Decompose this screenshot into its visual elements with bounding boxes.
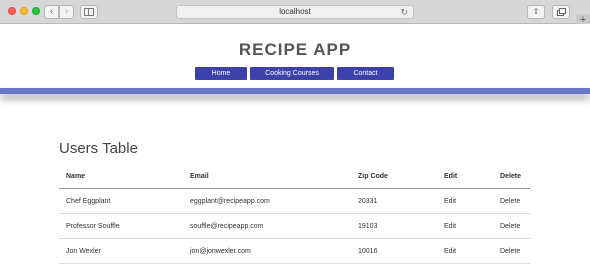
page-title: Users Table — [59, 140, 138, 157]
show-tabs-icon[interactable] — [552, 5, 570, 19]
user-zip: 19103 — [351, 213, 437, 239]
table-header-row: Name Email Zip Code Edit Delete — [59, 165, 530, 189]
app-title: RECIPE APP — [238, 40, 352, 59]
minimize-window-button[interactable] — [20, 7, 28, 15]
delete-link[interactable]: Delete — [493, 238, 530, 264]
user-email: eggplant@recipeapp.com — [183, 188, 351, 214]
browser-toolbar: ‹ › localhost ↻ ⇧ + — [0, 0, 590, 26]
table-row: Professor Souffle souffle@recipeapp.com … — [59, 213, 530, 239]
header-divider-band — [0, 88, 590, 94]
address-bar-url: localhost — [279, 7, 311, 16]
column-header-edit: Edit — [437, 165, 493, 189]
nav-home-link[interactable]: Home — [195, 67, 247, 80]
user-zip: 20331 — [351, 188, 437, 214]
address-bar[interactable]: localhost ↻ — [176, 5, 414, 19]
edit-link[interactable]: Edit — [437, 238, 493, 264]
user-email: souffle@recipeapp.com — [183, 213, 351, 239]
reload-icon[interactable]: ↻ — [400, 7, 408, 18]
close-window-button[interactable] — [8, 7, 16, 15]
column-header-email: Email — [183, 165, 351, 189]
main-nav: Home Cooking Courses Contact — [195, 67, 394, 80]
nav-contact-link[interactable]: Contact — [337, 67, 394, 80]
nav-cooking-courses-link[interactable]: Cooking Courses — [250, 67, 334, 80]
page-header: RECIPE APP Home Cooking Courses Contact — [0, 24, 590, 88]
user-name: Professor Souffle — [59, 213, 183, 239]
delete-link[interactable]: Delete — [493, 188, 530, 214]
user-name: Jon Wexler — [59, 238, 183, 264]
table-row: Chef Eggplant eggplant@recipeapp.com 203… — [59, 188, 530, 214]
table-row: Jon Wexler jon@jonwexler.com 10016 Edit … — [59, 238, 530, 264]
column-header-delete: Delete — [493, 165, 530, 189]
column-header-zip: Zip Code — [351, 165, 437, 189]
user-name: Chef Eggplant — [59, 188, 183, 214]
share-icon[interactable]: ⇧ — [527, 5, 545, 19]
users-table: Name Email Zip Code Edit Delete Chef Egg… — [59, 165, 530, 264]
sidebar-toggle-icon[interactable] — [80, 5, 98, 19]
user-email: jon@jonwexler.com — [183, 238, 351, 264]
delete-link[interactable]: Delete — [493, 213, 530, 239]
zoom-window-button[interactable] — [32, 7, 40, 15]
forward-arrow-icon[interactable]: › — [59, 5, 74, 19]
edit-link[interactable]: Edit — [437, 188, 493, 214]
edit-link[interactable]: Edit — [437, 213, 493, 239]
back-arrow-icon[interactable]: ‹ — [44, 5, 59, 19]
user-zip: 10016 — [351, 238, 437, 264]
column-header-name: Name — [59, 165, 183, 189]
